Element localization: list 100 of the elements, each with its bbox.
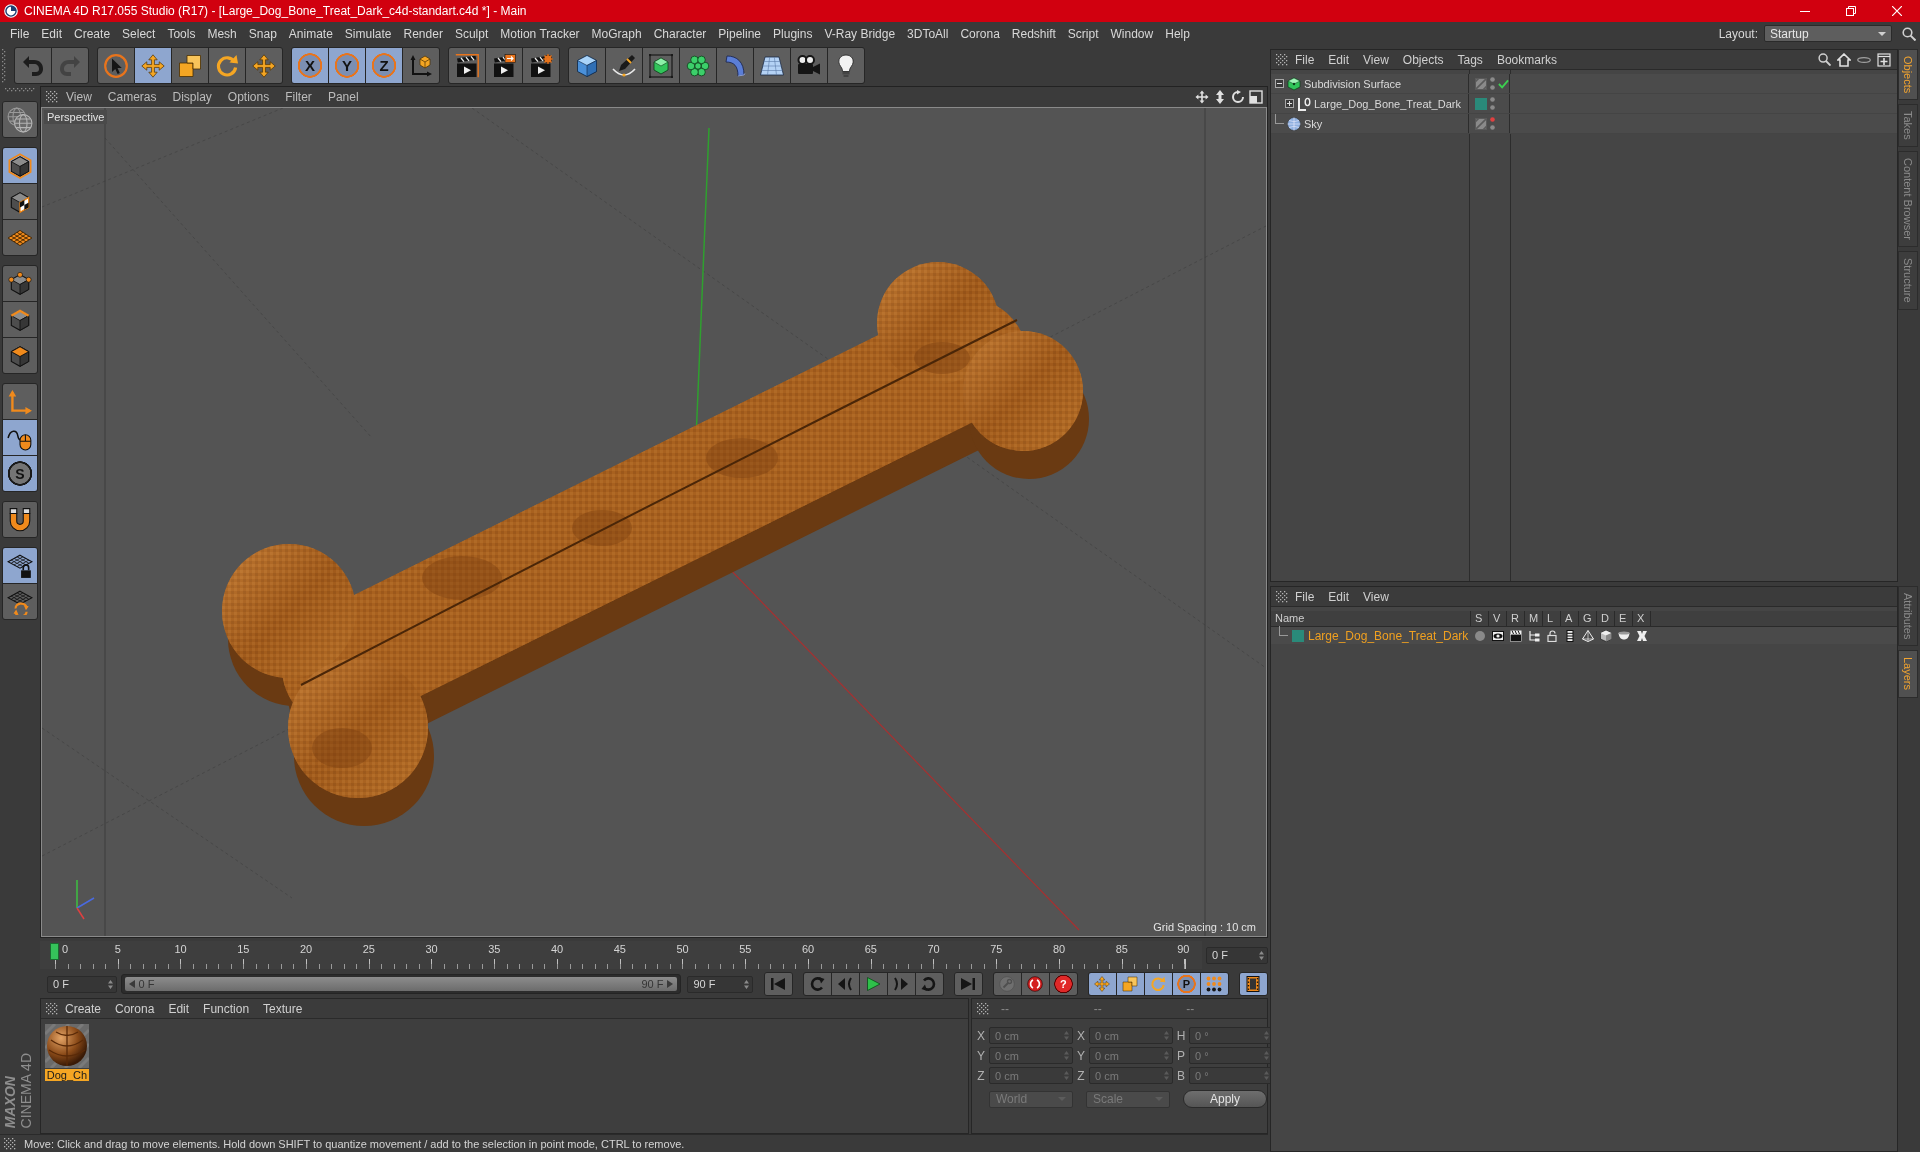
texture-mode-button[interactable] [3,184,37,219]
select-tool-button[interactable] [98,48,134,83]
menu-item[interactable]: Options [219,90,278,104]
cube-icon[interactable] [1600,629,1612,642]
home-icon[interactable] [1837,52,1851,67]
menu-item[interactable]: Motion Tracker [494,24,586,43]
grip-icon[interactable] [5,88,35,92]
menu-item[interactable]: Edit [35,24,69,43]
current-frame-field[interactable]: 0 F [1206,946,1268,964]
material-name[interactable]: Dog_Ch [44,1069,90,1081]
collapse-icon[interactable] [1275,79,1284,88]
clapperboard-icon[interactable] [1510,629,1522,642]
lock-workplane-button[interactable] [3,548,37,583]
render-settings-button[interactable] [523,48,559,83]
light-button[interactable] [828,48,864,83]
menu-item[interactable]: Select [116,24,162,43]
menu-item[interactable]: Objects [1395,52,1451,67]
hierarchy-icon[interactable] [1528,629,1540,642]
menu-item[interactable]: Tags [1450,52,1490,67]
menu-item[interactable]: Mesh [201,24,243,43]
search-icon[interactable] [1902,26,1916,41]
render-button[interactable] [486,48,522,83]
menu-item[interactable]: File [4,24,36,43]
menu-item[interactable]: Snap [242,24,283,43]
eye-icon[interactable] [1492,629,1504,642]
layout-dropdown[interactable]: Startup [1764,25,1892,42]
pyramid-icon[interactable] [1582,629,1594,642]
menu-item[interactable]: V-Ray Bridge [818,24,902,43]
menu-item[interactable]: Edit [1321,52,1357,67]
checkmark-icon[interactable] [1498,78,1509,89]
next-frame-button[interactable] [888,973,915,995]
previous-frame-button[interactable] [832,973,859,995]
move-tool-button[interactable] [246,48,282,83]
film-strip-icon[interactable] [1564,629,1576,642]
grip-icon[interactable] [1276,53,1288,66]
pan-arrows-icon[interactable] [1195,90,1209,104]
menu-item[interactable]: Script [1061,24,1105,43]
polygons-mode-button[interactable] [3,338,37,373]
search-icon[interactable] [1818,53,1831,66]
menu-item[interactable]: MoGraph [585,24,648,43]
tweak-mode-button[interactable] [3,420,37,455]
layer-color-swatch[interactable] [1292,629,1304,642]
menu-item[interactable]: Sculpt [448,24,495,43]
pen-button[interactable] [606,48,642,83]
visibility-dots-icon[interactable] [1490,97,1495,110]
menu-item[interactable]: Help [1159,24,1196,43]
menu-item[interactable]: Corona [108,1001,162,1016]
menu-item[interactable]: Plugins [767,24,819,43]
object-name[interactable]: Sky [1304,117,1323,130]
y-axis-button[interactable]: Y [329,48,365,83]
grip-icon[interactable] [1276,590,1288,603]
menu-item[interactable]: Pipeline [712,24,768,43]
point-key-button[interactable] [1201,973,1228,995]
visibility-dots-icon[interactable] [1490,77,1495,90]
menu-item[interactable]: Animate [282,24,339,43]
open-lock-icon[interactable] [1546,629,1558,642]
oval-icon[interactable] [1857,56,1871,63]
menu-item[interactable]: 3DToAll [901,24,955,43]
x-shape-icon[interactable] [1636,629,1648,642]
menu-item[interactable]: Window [1104,24,1160,43]
menu-item[interactable]: Panel [319,90,367,104]
z-axis-button[interactable]: Z [366,48,402,83]
parameter-key-button[interactable]: P [1173,973,1200,995]
menu-item[interactable]: File [1288,589,1322,604]
menu-item[interactable]: Create [58,1001,109,1016]
next-key-button[interactable] [916,973,943,995]
go-to-end-button[interactable] [955,973,982,995]
x-axis-button[interactable]: X [292,48,328,83]
undo-button[interactable] [15,48,51,83]
rotate-tool-button[interactable] [209,48,245,83]
menu-item[interactable]: Simulate [338,24,398,43]
hatched-square-icon[interactable] [1475,117,1487,130]
layer-color-swatch[interactable] [1475,97,1487,110]
menu-item[interactable]: Corona [954,24,1006,43]
timeline-ruler[interactable]: 0 5 10 15 20 25 30 35 40 45 50 55 60 65 70 75 80 85 90 [40,941,1202,969]
solo-dot-icon[interactable] [1474,629,1486,642]
start-frame-field[interactable]: 0 F [47,975,117,993]
object-name[interactable]: Large_Dog_Bone_Treat_Dark [1314,97,1461,110]
scale-tool-button[interactable] [172,48,208,83]
planar-workplane-button[interactable] [3,584,37,619]
timeline-button[interactable] [1240,973,1267,995]
move-tool-button[interactable] [135,48,171,83]
menu-item[interactable]: Edit [161,1001,197,1016]
visibility-dots-icon[interactable] [1490,117,1495,130]
menu-item[interactable]: Render [397,24,449,43]
magnet-tool-button[interactable] [3,502,37,537]
viewport-canvas[interactable]: Perspective Grid Spacing : 10 cm [41,107,1267,937]
question-button[interactable]: ? [1050,973,1077,995]
cup-icon[interactable] [1618,631,1630,640]
menu-item[interactable]: View [58,90,100,104]
model-mode-button[interactable] [3,148,37,183]
menu-item[interactable]: File [1288,52,1322,67]
floor-button[interactable] [754,48,790,83]
workplane-mode-button[interactable] [3,220,37,255]
vertical-arrows-icon[interactable] [1213,90,1227,104]
new-panel-icon[interactable] [1877,52,1891,67]
menu-item[interactable]: Cameras [99,90,165,104]
menu-item[interactable]: Texture [256,1001,310,1016]
menu-item[interactable]: Bookmarks [1489,52,1564,67]
render-view-button[interactable] [449,48,485,83]
